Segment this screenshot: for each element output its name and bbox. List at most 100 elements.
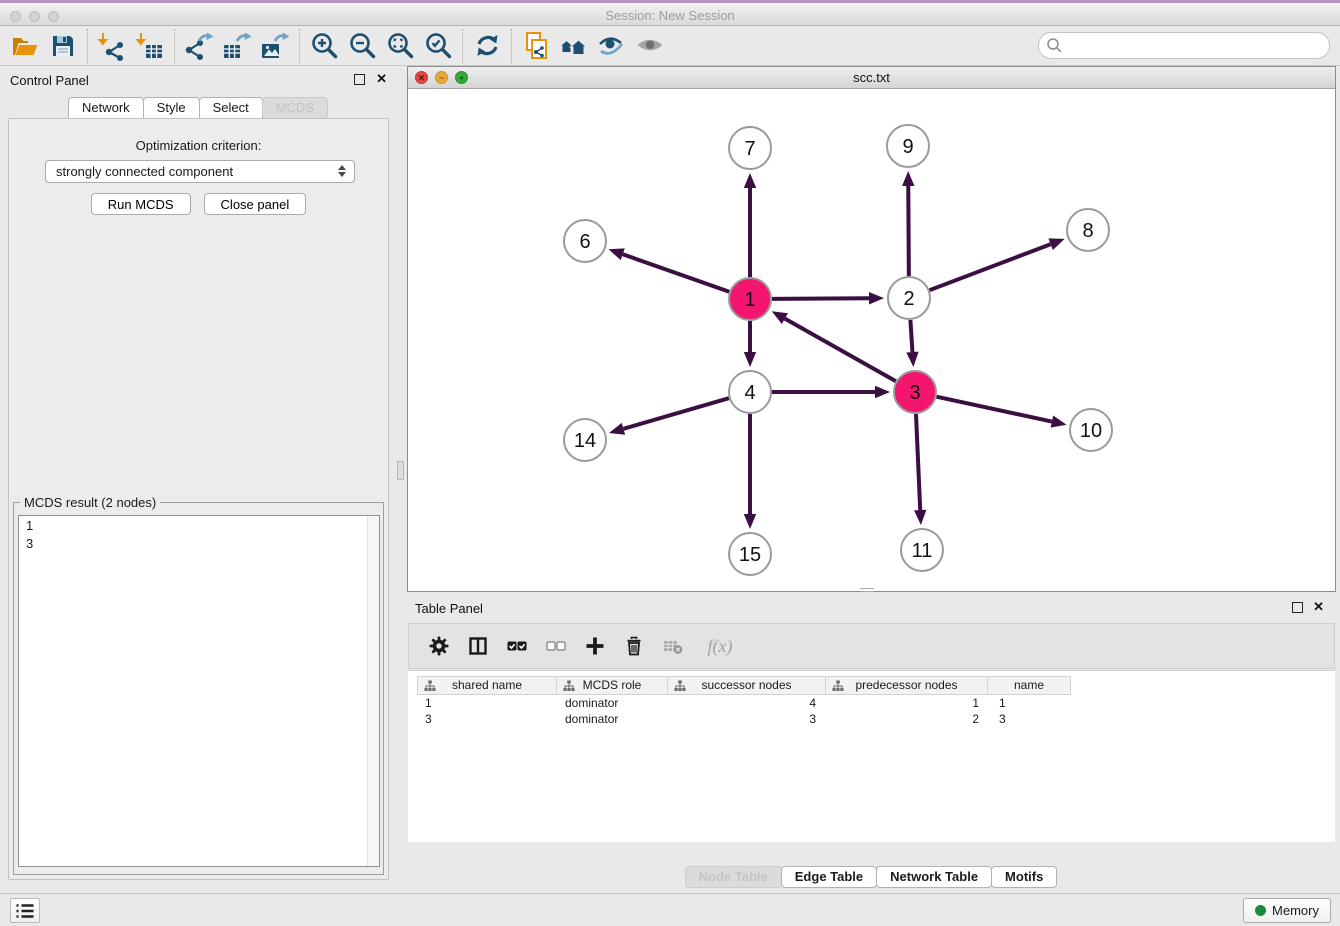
graph-node[interactable]: 7 [729, 127, 771, 169]
delete-column-button[interactable] [623, 635, 645, 657]
export-image-button[interactable] [256, 28, 294, 64]
task-history-button[interactable] [10, 898, 40, 923]
export-network-icon [184, 31, 214, 61]
column-header[interactable]: name [987, 676, 1071, 695]
memory-button[interactable]: Memory [1243, 898, 1331, 923]
float-panel-icon[interactable] [354, 74, 365, 85]
tab-mcds[interactable]: MCDS [262, 97, 328, 119]
column-header[interactable]: predecessor nodes [825, 676, 988, 695]
graph-node[interactable]: 4 [729, 371, 771, 413]
graph-edge[interactable] [744, 173, 756, 277]
table-cell[interactable]: dominator [558, 711, 670, 727]
table-close-icon[interactable]: ✕ [1313, 599, 1324, 615]
graph-node[interactable]: 8 [1067, 209, 1109, 251]
export-network-button[interactable] [180, 28, 218, 64]
graph-edge[interactable] [744, 414, 756, 529]
graph-node[interactable]: 3 [894, 371, 936, 413]
close-panel-button[interactable]: Close panel [204, 193, 307, 215]
graph-edge[interactable] [772, 311, 896, 381]
optimization-criterion-select[interactable]: strongly connected component [45, 160, 355, 183]
table-cell[interactable]: 3 [670, 711, 829, 727]
result-scrollbar[interactable] [367, 516, 379, 866]
graph-edge[interactable] [906, 320, 918, 367]
duplicate-network-button[interactable] [517, 28, 555, 64]
graph-edge[interactable] [772, 292, 884, 304]
table-body: 1dominator4113dominator323 [418, 695, 1076, 727]
panel-divider-grip[interactable] [397, 461, 404, 480]
import-table-button[interactable] [131, 28, 169, 64]
export-image-icon [260, 31, 290, 61]
open-session-button[interactable] [6, 28, 44, 64]
search-input[interactable] [1038, 32, 1330, 59]
graph-node-label: 8 [1082, 220, 1093, 242]
zoom-selected-button[interactable] [419, 28, 457, 64]
tab-edge-table[interactable]: Edge Table [781, 866, 877, 888]
tab-style[interactable]: Style [143, 97, 200, 119]
table-row[interactable]: 1dominator411 [418, 695, 1076, 711]
duplicate-network-icon [521, 31, 551, 61]
graph-edge[interactable] [609, 248, 730, 291]
refresh-network-button[interactable] [468, 28, 506, 64]
network-view-window: ✕ − + scc.txt 7 9 6 8 1 2 4 3 14 10 15 11 [407, 66, 1336, 592]
first-neighbors-button[interactable] [555, 28, 593, 64]
checked-boxes-icon [507, 636, 527, 656]
graph-node[interactable]: 2 [888, 277, 930, 319]
select-all-columns-button[interactable] [506, 635, 528, 657]
tab-network-table[interactable]: Network Table [876, 866, 992, 888]
column-header[interactable]: shared name [417, 676, 557, 695]
status-bar: Memory [0, 893, 1340, 926]
graph-edge[interactable] [772, 386, 890, 398]
table-settings-button[interactable] [428, 635, 450, 657]
table-cell[interactable]: 1 [829, 695, 992, 711]
zoom-out-button[interactable] [343, 28, 381, 64]
table-cell[interactable]: dominator [558, 695, 670, 711]
create-column-button[interactable] [584, 635, 606, 657]
graph-node[interactable]: 15 [729, 533, 771, 575]
close-panel-icon[interactable]: ✕ [376, 71, 387, 87]
table-cell[interactable]: 3 [992, 711, 1076, 727]
network-canvas[interactable]: 7 9 6 8 1 2 4 3 14 10 15 11 [408, 90, 1335, 591]
graph-node[interactable]: 14 [564, 419, 606, 461]
mcds-result-text[interactable]: 1 3 [18, 515, 380, 867]
graph-node[interactable]: 11 [901, 529, 943, 571]
hierarchy-icon [674, 680, 686, 692]
graph-edge[interactable] [914, 414, 926, 525]
tab-network[interactable]: Network [68, 97, 144, 119]
import-network-button[interactable] [93, 28, 131, 64]
table-cell[interactable]: 4 [670, 695, 829, 711]
column-header[interactable]: successor nodes [667, 676, 826, 695]
network-window-titlebar[interactable]: ✕ − + scc.txt [408, 67, 1335, 89]
export-table-button[interactable] [218, 28, 256, 64]
table-cell[interactable]: 3 [418, 711, 558, 727]
column-header-label: name [1014, 678, 1044, 692]
tab-motifs[interactable]: Motifs [991, 866, 1057, 888]
graph-edge[interactable] [930, 238, 1065, 290]
zoom-fit-button[interactable] [381, 28, 419, 64]
graph-node[interactable]: 10 [1070, 409, 1112, 451]
show-column-panel-button[interactable] [467, 635, 489, 657]
hide-selected-button[interactable] [593, 28, 631, 64]
zoom-in-button[interactable] [305, 28, 343, 64]
table-row[interactable]: 3dominator323 [418, 711, 1076, 727]
network-resize-grip[interactable] [860, 588, 874, 592]
save-session-button[interactable] [44, 28, 82, 64]
table-cell[interactable]: 1 [992, 695, 1076, 711]
tab-node-table[interactable]: Node Table [685, 866, 782, 888]
show-all-button[interactable] [631, 28, 669, 64]
column-header[interactable]: MCDS role [556, 676, 668, 695]
table-float-icon[interactable] [1292, 602, 1303, 613]
deselect-all-columns-button[interactable] [545, 635, 567, 657]
table-cell[interactable]: 2 [829, 711, 992, 727]
open-folder-icon [10, 31, 40, 61]
graph-edge[interactable] [902, 171, 914, 276]
table-cell[interactable]: 1 [418, 695, 558, 711]
graph-node[interactable]: 1 [729, 278, 771, 320]
graph-node[interactable]: 9 [887, 125, 929, 167]
graph-node[interactable]: 6 [564, 220, 606, 262]
tab-select[interactable]: Select [199, 97, 263, 119]
control-panel: Control Panel ✕ Network Style Select MCD… [0, 66, 397, 893]
graph-edge[interactable] [609, 398, 729, 435]
run-mcds-button[interactable]: Run MCDS [91, 193, 191, 215]
graph-edge[interactable] [744, 321, 756, 367]
graph-edge[interactable] [937, 397, 1067, 428]
